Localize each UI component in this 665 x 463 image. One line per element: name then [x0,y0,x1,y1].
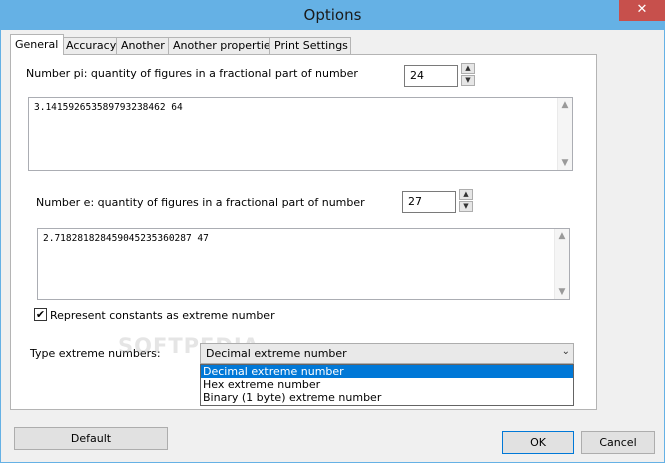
checkmark-icon: ✔ [35,308,46,321]
dropdown-option-decimal[interactable]: Decimal extreme number [201,365,573,378]
e-value-textarea[interactable]: 2.718281828459045235360287 47 ▲ ▼ [37,228,570,300]
arrow-up-icon: ▲ [465,64,471,72]
ok-button[interactable]: OK [502,431,574,454]
represent-extreme-label: Represent constants as extreme number [50,309,275,322]
pi-spin-down-button[interactable]: ▼ [461,75,475,86]
arrow-down-icon: ▼ [465,76,471,84]
e-spin-down-button[interactable]: ▼ [459,201,473,212]
e-vertical-scrollbar[interactable]: ▲ ▼ [554,229,569,299]
type-extreme-select[interactable]: Decimal extreme number ⌄ [200,343,574,364]
window-frame-left [0,30,1,463]
dropdown-option-binary[interactable]: Binary (1 byte) extreme number [201,391,573,404]
pi-value-text: 3.141592653589793238462 64 [34,102,183,113]
e-spin-up-button[interactable]: ▲ [459,189,473,200]
chevron-down-icon: ⌄ [561,346,570,357]
pi-spin-up-button[interactable]: ▲ [461,63,475,74]
type-extreme-selected-value: Decimal extreme number [206,347,347,360]
tab-accuracy[interactable]: Accuracy [61,37,119,54]
window-title: Options [303,6,362,24]
represent-extreme-checkbox[interactable]: ✔ [34,308,47,321]
type-extreme-dropdown-list: Decimal extreme number Hex extreme numbe… [200,364,574,406]
pi-value-textarea[interactable]: 3.141592653589793238462 64 ▲ ▼ [28,97,573,171]
pi-digits-label: Number pi: quantity of figures in a frac… [26,67,358,80]
scroll-up-icon[interactable]: ▲ [558,98,572,112]
e-value-text: 2.718281828459045235360287 47 [43,233,209,244]
cancel-button[interactable]: Cancel [581,431,655,454]
default-button[interactable]: Default [14,427,168,450]
arrow-up-icon: ▲ [463,190,469,198]
e-digits-input[interactable]: 27 [402,191,456,213]
scroll-up-icon[interactable]: ▲ [555,229,569,243]
pi-vertical-scrollbar[interactable]: ▲ ▼ [557,98,572,170]
scroll-down-icon[interactable]: ▼ [558,156,572,170]
tab-another-properties[interactable]: Another properties [168,37,276,54]
tab-general[interactable]: General [10,34,64,55]
arrow-down-icon: ▼ [463,202,469,210]
e-digits-label: Number e: quantity of figures in a fract… [36,196,365,209]
pi-digits-input[interactable]: 24 [404,65,458,87]
close-button[interactable]: ✕ [619,0,665,21]
tab-print-settings[interactable]: Print Settings [269,37,351,54]
scroll-down-icon[interactable]: ▼ [555,285,569,299]
tab-another[interactable]: Another [116,37,172,54]
dropdown-option-hex[interactable]: Hex extreme number [201,378,573,391]
close-icon: ✕ [636,2,648,17]
